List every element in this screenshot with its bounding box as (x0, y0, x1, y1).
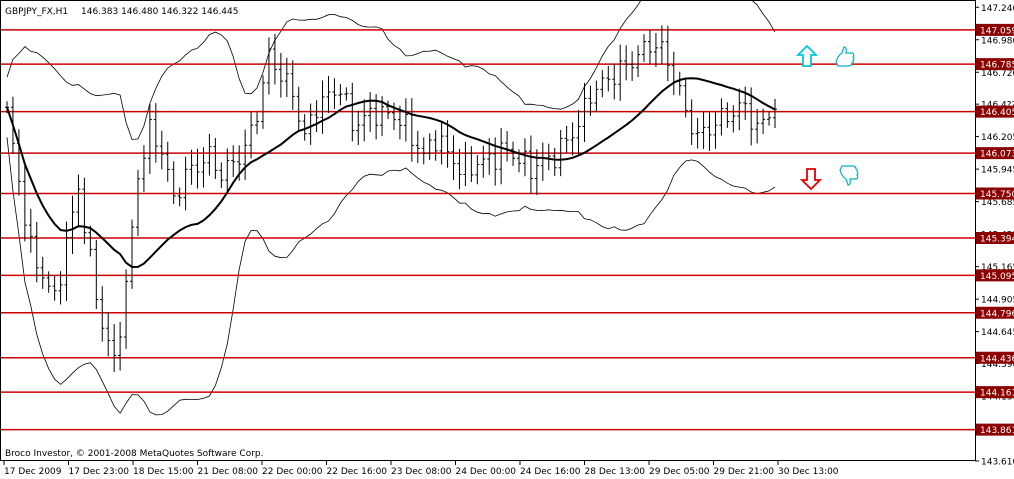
level-label: 147.059 (980, 26, 1014, 36)
copyright-text: Broco Investor, © 2001-2008 MetaQuotes S… (5, 449, 264, 459)
x-tick-label: 29 Dec 21:00 (714, 467, 775, 477)
y-tick-label: 144.905 (981, 296, 1014, 306)
x-tick-label: 29 Dec 05:00 (649, 467, 710, 477)
x-tick-label: 28 Dec 13:00 (585, 467, 646, 477)
level-label: 145.095 (980, 272, 1014, 282)
ohlc-readout: 146.383 146.480 146.322 146.445 (81, 7, 238, 17)
x-tick-label: 30 Dec 13:00 (778, 467, 839, 477)
price-chart[interactable]: 147.240146.980146.720146.4??146.205145.9… (0, 0, 1014, 479)
symbol-title: GBPJPY_FX,H1 (5, 7, 68, 17)
x-tick-label: 23 Dec 08:00 (391, 467, 452, 477)
level-label: 145.394 (980, 235, 1014, 245)
y-tick-label: 144.645 (981, 328, 1014, 338)
level-label: 144.161 (980, 389, 1014, 399)
y-tick-label: 146.205 (981, 133, 1014, 143)
level-label: 146.405 (980, 108, 1014, 118)
x-tick-label: 17 Dec 2009 (4, 467, 62, 477)
level-label: 145.750 (980, 190, 1014, 200)
time-axis: 17 Dec 2009 17 Dec 23:00 18 Dec 15:00 21 De… (3, 461, 839, 477)
level-label: 144.796 (980, 309, 1014, 319)
x-tick-label: 24 Dec 00:00 (456, 467, 517, 477)
level-label: 146.073 (980, 150, 1014, 160)
x-tick-label: 18 Dec 15:00 (133, 467, 194, 477)
y-tick-label: 146.980 (981, 36, 1014, 46)
level-label: 146.785 (980, 61, 1014, 71)
x-tick-label: 17 Dec 23:00 (69, 467, 130, 477)
y-tick-label: 147.240 (981, 4, 1014, 14)
y-tick-label: 145.945 (981, 166, 1014, 176)
x-tick-label: 24 Dec 16:00 (520, 467, 581, 477)
x-tick-label: 22 Dec 00:00 (262, 467, 323, 477)
level-label: 144.436 (980, 354, 1014, 364)
level-label: 143.861 (980, 426, 1014, 436)
x-tick-label: 22 Dec 16:00 (327, 467, 388, 477)
x-tick-label: 21 Dec 08:00 (198, 467, 259, 477)
y-tick-label: 143.610 (981, 458, 1014, 468)
